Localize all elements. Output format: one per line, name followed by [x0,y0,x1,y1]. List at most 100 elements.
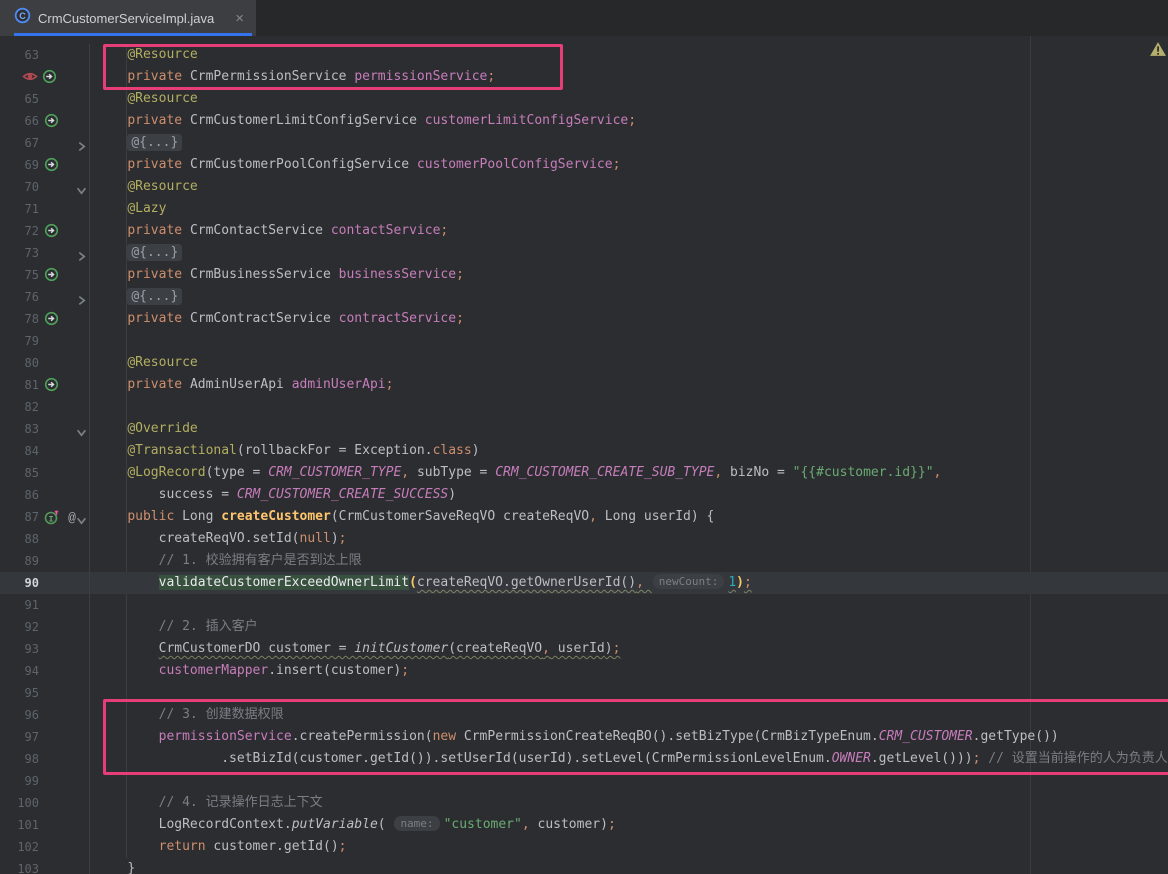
gutter[interactable]: 88 [0,528,90,550]
gutter[interactable]: 90 [0,572,90,594]
gutter[interactable]: 98 [0,748,90,770]
gutter[interactable]: 94 [0,660,90,682]
fold-collapsed-icon[interactable] [76,291,90,303]
tab-close-icon[interactable]: × [233,11,246,26]
code-line-81[interactable]: 81 private AdminUserApi adminUserApi; [0,374,1168,396]
line-number[interactable]: 91 [25,594,39,616]
gutter[interactable]: 81 [0,374,90,396]
gutter[interactable]: 103 [0,858,90,874]
line-number[interactable]: 79 [25,330,39,352]
code-line-67[interactable]: 67 @{...} [0,132,1168,154]
line-number[interactable]: 73 [25,242,39,264]
line-number[interactable]: 90 [25,572,39,594]
line-number[interactable]: 81 [25,374,39,396]
code-line-93[interactable]: 93 CrmCustomerDO customer = initCustomer… [0,638,1168,660]
line-number[interactable]: 92 [25,616,39,638]
line-number[interactable]: 101 [17,814,39,836]
tab-crmcustomerserviceimpl[interactable]: C CrmCustomerServiceImpl.java × [0,0,256,36]
gutter[interactable]: 83 [0,418,90,440]
line-number[interactable]: 86 [25,484,39,506]
code-line-89[interactable]: 89 // 1. 校验拥有客户是否到达上限 [0,550,1168,572]
line-number[interactable]: 95 [25,682,39,704]
gutter[interactable]: 65 [0,88,90,110]
line-number[interactable]: 96 [25,704,39,726]
gutter[interactable]: 87I@ [0,506,90,528]
gutter[interactable]: 66 [0,110,90,132]
line-number[interactable]: 85 [25,462,39,484]
code-line-66[interactable]: 66 private CrmCustomerLimitConfigService… [0,110,1168,132]
fold-expanded-icon[interactable] [76,423,90,435]
line-number[interactable]: 88 [25,528,39,550]
line-number[interactable]: 75 [25,264,39,286]
line-number[interactable]: 97 [25,726,39,748]
code-line-86[interactable]: 86 success = CRM_CUSTOMER_CREATE_SUCCESS… [0,484,1168,506]
line-number[interactable]: 69 [25,154,39,176]
gutter[interactable]: 73 [0,242,90,264]
gutter[interactable]: 95 [0,682,90,704]
gutter[interactable]: 80 [0,352,90,374]
code-line-78[interactable]: 78 private CrmContractService contractSe… [0,308,1168,330]
fold-expanded-icon[interactable] [76,181,90,193]
code-line-83[interactable]: 83 @Override [0,418,1168,440]
line-number[interactable]: 65 [25,88,39,110]
line-number[interactable]: 72 [25,220,39,242]
code-line-85[interactable]: 85 @LogRecord(type = CRM_CUSTOMER_TYPE, … [0,462,1168,484]
line-number[interactable]: 66 [25,110,39,132]
code-line-84[interactable]: 84 @Transactional(rollbackFor = Exceptio… [0,440,1168,462]
line-number[interactable]: 100 [17,792,39,814]
line-number[interactable]: 89 [25,550,39,572]
code-line-73[interactable]: 73 @{...} [0,242,1168,264]
line-number[interactable]: 98 [25,748,39,770]
gutter[interactable]: 82 [0,396,90,418]
line-number[interactable]: 103 [17,858,39,874]
line-number[interactable]: 94 [25,660,39,682]
line-number[interactable]: 102 [17,836,39,858]
gutter[interactable]: 99 [0,770,90,792]
line-number[interactable]: 84 [25,440,39,462]
line-number[interactable]: 71 [25,198,39,220]
gutter[interactable]: 71 [0,198,90,220]
gutter[interactable]: 91 [0,594,90,616]
line-number[interactable]: 67 [25,132,39,154]
code-line-69[interactable]: 69 private CrmCustomerPoolConfigService … [0,154,1168,176]
gutter[interactable]: 70 [0,176,90,198]
gutter[interactable]: 101 [0,814,90,836]
fold-expanded-icon[interactable] [76,511,90,523]
code-line-100[interactable]: 100 // 4. 记录操作日志上下文 [0,792,1168,814]
gutter[interactable]: 75 [0,264,90,286]
gutter[interactable]: 69 [0,154,90,176]
gutter[interactable]: 85 [0,462,90,484]
inspection-warning-icon[interactable] [1149,41,1167,62]
code-line-79[interactable]: 79 [0,330,1168,352]
line-number[interactable]: 76 [25,286,39,308]
line-number[interactable]: 80 [25,352,39,374]
code-line-87[interactable]: 87I@ public Long createCustomer(CrmCusto… [0,506,1168,528]
gutter[interactable]: 76 [0,286,90,308]
gutter[interactable]: 96 [0,704,90,726]
code-line-94[interactable]: 94 customerMapper.insert(customer); [0,660,1168,682]
fold-collapsed-icon[interactable] [76,137,90,149]
code-line-65[interactable]: 65 @Resource [0,88,1168,110]
code-line-82[interactable]: 82 [0,396,1168,418]
code-line-80[interactable]: 80 @Resource [0,352,1168,374]
gutter[interactable]: 72 [0,220,90,242]
code-line-88[interactable]: 88 createReqVO.setId(null); [0,528,1168,550]
fold-collapsed-icon[interactable] [76,247,90,259]
gutter[interactable]: 89 [0,550,90,572]
line-number[interactable]: 99 [25,770,39,792]
gutter[interactable]: 92 [0,616,90,638]
code-line-91[interactable]: 91 [0,594,1168,616]
line-number[interactable]: 83 [25,418,39,440]
line-number[interactable]: 93 [25,638,39,660]
code-line-101[interactable]: 101 LogRecordContext.putVariable( name:"… [0,814,1168,836]
gutter[interactable]: 67 [0,132,90,154]
line-number[interactable]: 82 [25,396,39,418]
gutter[interactable]: 102 [0,836,90,858]
gutter[interactable]: 100 [0,792,90,814]
code-line-90[interactable]: 90 validateCustomerExceedOwnerLimit(crea… [0,572,1168,594]
gutter[interactable]: 86 [0,484,90,506]
gutter[interactable]: 78 [0,308,90,330]
line-number[interactable]: 70 [25,176,39,198]
gutter[interactable]: 97 [0,726,90,748]
gutter[interactable]: 79 [0,330,90,352]
